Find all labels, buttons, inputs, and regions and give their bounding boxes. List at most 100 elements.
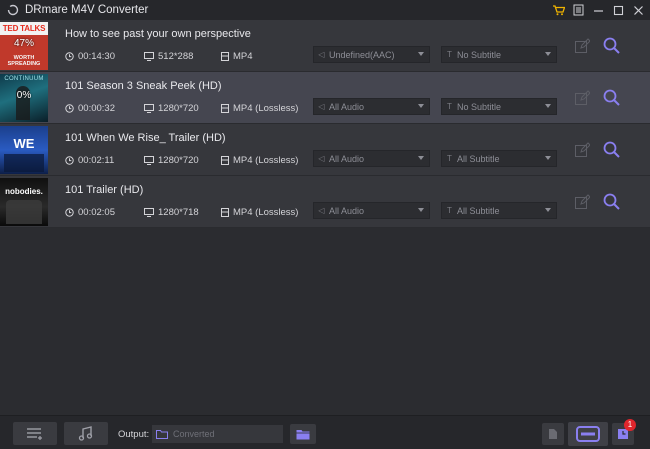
file-format-icon (221, 52, 229, 61)
chevron-down-icon (545, 52, 551, 56)
audio-value: All Audio (329, 101, 365, 112)
thumb-brand-text: WE (13, 136, 35, 151)
convert-icon (576, 426, 600, 442)
format: MP4 (Lossless) (221, 103, 298, 114)
audio-value: All Audio (329, 205, 365, 216)
chevron-down-icon (545, 104, 551, 108)
output-label: Output: (118, 429, 150, 440)
output-path-field[interactable]: Converted (152, 425, 283, 443)
audio-dropdown[interactable]: ◁ All Audio (313, 150, 430, 167)
progress-label: 0% (16, 90, 32, 101)
clock-icon (65, 104, 74, 113)
list-item[interactable]: CONTINUUM 0% 101 Season 3 Sneak Peek (HD… (0, 72, 650, 124)
search-icon[interactable] (602, 140, 622, 160)
monitor-icon (144, 208, 154, 217)
menu-icon[interactable] (570, 2, 586, 18)
format: MP4 (221, 51, 253, 62)
subtitle-value: All Subtitle (457, 205, 500, 216)
close-icon[interactable] (630, 2, 646, 18)
list-item[interactable]: WE 101 When We Rise_ Trailer (HD) 00:02:… (0, 124, 650, 176)
chevron-down-icon (418, 208, 424, 212)
resolution: 512*288 (144, 51, 193, 62)
subtitle-dropdown[interactable]: T No Subtitle (441, 98, 557, 115)
chevron-down-icon (545, 208, 551, 212)
resolution-value: 1280*720 (158, 103, 199, 114)
edit-icon[interactable] (574, 90, 590, 106)
audio-icon: ◁ (318, 50, 325, 59)
video-title: 101 When We Rise_ Trailer (HD) (65, 132, 226, 144)
music-note-icon (78, 426, 93, 441)
audio-dropdown[interactable]: ◁ All Audio (313, 98, 430, 115)
audio-dropdown[interactable]: ◁ All Audio (313, 202, 430, 219)
duration: 00:02:05 (65, 207, 115, 218)
audio-value: All Audio (329, 153, 365, 164)
subtitle-value: No Subtitle (457, 101, 502, 112)
resolution-value: 1280*718 (158, 207, 199, 218)
subtitle-dropdown[interactable]: T All Subtitle (441, 202, 557, 219)
audio-icon: ◁ (318, 154, 325, 163)
clock-icon (65, 208, 74, 217)
subtitle-value: All Subtitle (457, 153, 500, 164)
duration-value: 00:00:32 (78, 103, 115, 114)
format-value: MP4 (Lossless) (233, 207, 299, 218)
format-value: MP4 (233, 51, 253, 62)
format-value: MP4 (Lossless) (233, 103, 299, 114)
file-format-icon (221, 104, 229, 113)
search-icon[interactable] (602, 88, 622, 108)
clock-icon (65, 52, 74, 61)
edit-icon[interactable] (574, 38, 590, 54)
video-title: 101 Trailer (HD) (65, 184, 144, 196)
duration: 00:00:32 (65, 103, 115, 114)
add-files-button[interactable] (13, 422, 57, 445)
subtitle-icon: T (447, 206, 452, 215)
subtitle-dropdown[interactable]: T All Subtitle (441, 150, 557, 167)
progress-label: 47% (13, 38, 34, 49)
monitor-icon (144, 52, 154, 61)
resolution: 1280*720 (144, 155, 199, 166)
resolution-value: 1280*720 (158, 155, 199, 166)
minimize-icon[interactable] (590, 2, 606, 18)
video-list: TED TALKS WORTH SPREADING 47% How to see… (0, 20, 650, 228)
thumbnail: WE (0, 126, 48, 174)
edit-icon[interactable] (574, 194, 590, 210)
video-title: How to see past your own perspective (65, 28, 251, 40)
app-title: DRmare M4V Converter (25, 4, 149, 16)
browse-folder-button[interactable] (290, 424, 316, 444)
cart-icon[interactable] (550, 2, 566, 18)
subtitle-value: No Subtitle (457, 49, 502, 60)
file-format-icon (221, 208, 229, 217)
edit-icon[interactable] (574, 142, 590, 158)
chevron-down-icon (418, 52, 424, 56)
thumb-brand-text: nobodies. (5, 187, 43, 196)
format-value: MP4 (Lossless) (233, 155, 299, 166)
maximize-icon[interactable] (610, 2, 626, 18)
format: MP4 (Lossless) (221, 207, 298, 218)
audio-icon: ◁ (318, 102, 325, 111)
convert-button[interactable] (568, 422, 608, 446)
convert-settings-button[interactable] (542, 423, 564, 445)
list-item[interactable]: nobodies. 101 Trailer (HD) 00:02:05 1280… (0, 176, 650, 228)
thumbnail: TED TALKS WORTH SPREADING 47% (0, 22, 48, 70)
subtitle-icon: T (447, 102, 452, 111)
add-audio-button[interactable] (64, 422, 108, 445)
subtitle-dropdown[interactable]: T No Subtitle (441, 46, 557, 63)
format: MP4 (Lossless) (221, 155, 298, 166)
duration: 00:02:11 (65, 155, 114, 166)
resolution: 1280*718 (144, 207, 199, 218)
resolution-value: 512*288 (158, 51, 194, 62)
resolution: 1280*720 (144, 103, 199, 114)
search-icon[interactable] (602, 36, 622, 56)
audio-dropdown[interactable]: ◁ Undefined(AAC) (313, 46, 430, 63)
monitor-icon (144, 156, 154, 165)
output-path-value: Converted (173, 429, 215, 439)
app-logo-icon (7, 4, 19, 16)
duration-value: 00:02:11 (78, 155, 115, 166)
monitor-icon (144, 104, 154, 113)
video-title: 101 Season 3 Sneak Peek (HD) (65, 80, 222, 92)
list-item[interactable]: TED TALKS WORTH SPREADING 47% How to see… (0, 20, 650, 72)
search-icon[interactable] (602, 192, 622, 212)
thumbnail: nobodies. (0, 178, 48, 226)
thumbnail: CONTINUUM 0% (0, 74, 48, 122)
audio-icon: ◁ (318, 206, 325, 215)
thumb-brand-text: CONTINUUM (4, 76, 44, 82)
